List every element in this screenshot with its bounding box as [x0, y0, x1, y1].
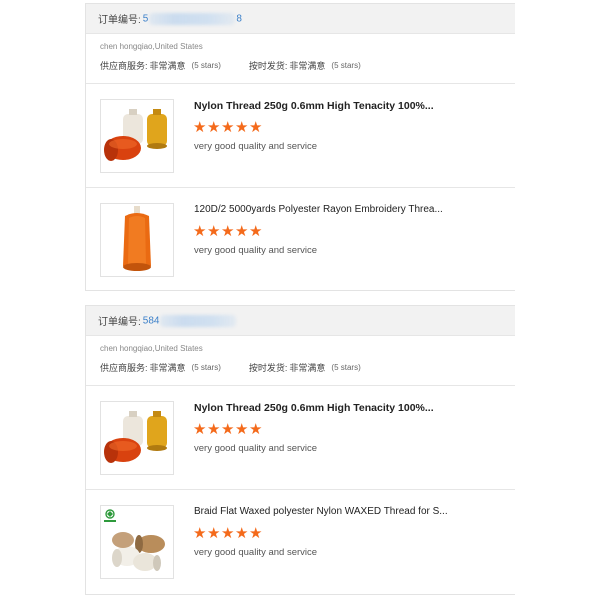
delivery-rating: 按时发货: 非常满意 (5 stars): [249, 361, 361, 375]
embroidery-thread-cone-image: [101, 204, 173, 276]
order-ratings: 供应商服务: 非常满意 (5 stars) 按时发货: 非常满意 (5 star…: [100, 59, 515, 73]
review-text: very good quality and service: [194, 547, 318, 558]
delivery-note: (5 stars): [331, 363, 361, 372]
star-rating: ★ ★ ★ ★ ★: [193, 422, 263, 437]
star-icon: ★: [207, 420, 221, 438]
order-header: 订单编号: 58: [86, 4, 515, 34]
supplier-service-label: 供应商服务:: [100, 363, 148, 373]
order-header: 订单编号: 584: [86, 306, 515, 336]
star-icon: ★: [193, 420, 207, 438]
review-text: very good quality and service: [194, 443, 318, 454]
order-number-label: 订单编号:: [98, 317, 141, 328]
supplier-service-label: 供应商服务:: [100, 61, 148, 71]
star-icon: ★: [221, 420, 235, 438]
delivery-rating: 按时发货: 非常满意 (5 stars): [249, 59, 361, 73]
star-icon: ★: [249, 420, 263, 438]
star-rating: ★ ★ ★ ★ ★: [193, 526, 263, 541]
waxed-thread-spools-image: [101, 506, 173, 578]
star-icon: ★: [235, 420, 249, 438]
product-thumbnail[interactable]: [100, 203, 174, 277]
star-rating: ★ ★ ★ ★ ★: [193, 120, 263, 135]
supplier-service-value: 非常满意: [149, 363, 186, 373]
order-card: 订单编号: 584 chen hongqiao,United States 供应…: [85, 305, 515, 595]
product-thumbnail[interactable]: [100, 505, 174, 579]
star-rating: ★ ★ ★ ★ ★: [193, 224, 263, 239]
order-number[interactable]: 584: [142, 314, 238, 327]
star-icon: ★: [221, 524, 235, 542]
star-icon: ★: [221, 222, 235, 240]
delivery-value: 非常满意: [289, 61, 326, 71]
redacted-mask: [149, 12, 236, 25]
thread-spools-image: [101, 402, 173, 474]
buyer-block: chen hongqiao,United States 供应商服务: 非常满意 …: [86, 336, 515, 386]
star-icon: ★: [207, 524, 221, 542]
star-icon: ★: [193, 118, 207, 136]
buyer-name: chen hongqiao,United States: [100, 344, 203, 353]
star-icon: ★: [193, 524, 207, 542]
list-item: Nylon Thread 250g 0.6mm High Tenacity 10…: [86, 386, 515, 490]
star-icon: ★: [207, 118, 221, 136]
redacted-mask: [160, 314, 237, 327]
product-title[interactable]: Nylon Thread 250g 0.6mm High Tenacity 10…: [194, 100, 494, 112]
supplier-service-value: 非常满意: [149, 61, 186, 71]
star-icon: ★: [221, 118, 235, 136]
thread-spools-image: [101, 100, 173, 172]
star-icon: ★: [235, 222, 249, 240]
star-icon: ★: [235, 524, 249, 542]
supplier-service-rating: 供应商服务: 非常满意 (5 stars): [100, 59, 221, 73]
order-number-prefix: 5: [142, 13, 149, 25]
delivery-label: 按时发货:: [248, 363, 288, 373]
buyer-name: chen hongqiao,United States: [100, 42, 203, 51]
supplier-service-note: (5 stars): [191, 363, 221, 372]
delivery-value: 非常满意: [289, 363, 326, 373]
star-icon: ★: [207, 222, 221, 240]
delivery-note: (5 stars): [331, 61, 361, 70]
order-number-prefix: 584: [142, 315, 160, 327]
review-text: very good quality and service: [194, 245, 318, 256]
review-text: very good quality and service: [194, 141, 318, 152]
order-ratings: 供应商服务: 非常满意 (5 stars) 按时发货: 非常满意 (5 star…: [100, 361, 515, 375]
star-icon: ★: [249, 222, 263, 240]
order-number-label: 订单编号:: [98, 15, 141, 26]
order-number-suffix: 8: [236, 13, 242, 25]
product-title[interactable]: Braid Flat Waxed polyester Nylon WAXED T…: [194, 506, 494, 517]
list-item: Nylon Thread 250g 0.6mm High Tenacity 10…: [86, 84, 515, 188]
product-thumbnail[interactable]: [100, 99, 174, 173]
order-card: 订单编号: 58 chen hongqiao,United States 供应商…: [85, 3, 515, 291]
supplier-service-note: (5 stars): [191, 61, 221, 70]
star-icon: ★: [249, 118, 263, 136]
star-icon: ★: [235, 118, 249, 136]
product-thumbnail[interactable]: [100, 401, 174, 475]
list-item: Braid Flat Waxed polyester Nylon WAXED T…: [86, 490, 515, 594]
order-number[interactable]: 58: [142, 12, 242, 25]
list-item: 120D/2 5000yards Polyester Rayon Embroid…: [86, 188, 515, 292]
star-icon: ★: [193, 222, 207, 240]
delivery-label: 按时发货:: [248, 61, 288, 71]
star-icon: ★: [249, 524, 263, 542]
supplier-service-rating: 供应商服务: 非常满意 (5 stars): [100, 361, 221, 375]
product-title[interactable]: 120D/2 5000yards Polyester Rayon Embroid…: [194, 204, 494, 215]
buyer-block: chen hongqiao,United States 供应商服务: 非常满意 …: [86, 34, 515, 84]
product-title[interactable]: Nylon Thread 250g 0.6mm High Tenacity 10…: [194, 402, 494, 414]
